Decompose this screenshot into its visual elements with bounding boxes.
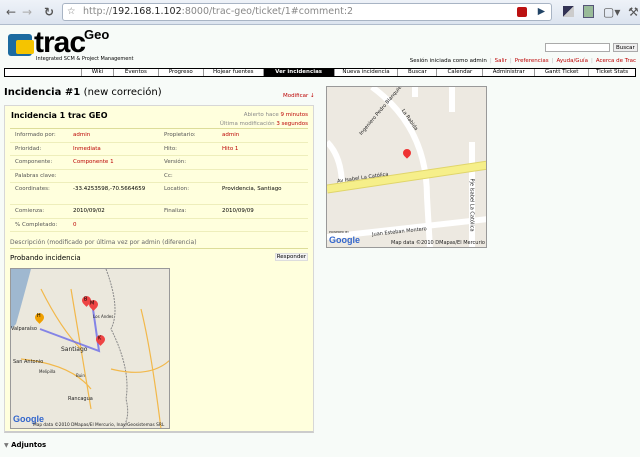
nav-administrar[interactable]: Administrar <box>482 69 534 76</box>
star-icon[interactable]: ☆ <box>67 4 76 20</box>
nav-wiki[interactable]: Wiki <box>81 69 113 76</box>
logout-link[interactable]: Salir <box>495 58 507 64</box>
help-link[interactable]: Ayuda/Guía <box>556 58 588 64</box>
nav-ver-incidencias[interactable]: Ver incidencias <box>262 69 334 76</box>
meta-nav: Sesión iniciada como admin | Salir | Prefere… <box>409 58 636 64</box>
ticket-summary: Incidencia 1 trac GEO <box>11 111 108 120</box>
place-label: Los Andes <box>93 314 114 319</box>
wrench-icon[interactable]: ⚒ <box>628 5 639 19</box>
flash-icon[interactable] <box>517 7 527 17</box>
nav-progreso[interactable]: Progreso <box>157 69 203 76</box>
milestone-link[interactable]: Hito 1 <box>222 146 238 152</box>
ticket-status: (new correción) <box>83 87 162 98</box>
triangle-down-icon: ▼ <box>4 442 9 449</box>
nav-buscar[interactable]: Buscar <box>397 69 436 76</box>
nav-eventos[interactable]: Eventos <box>112 69 158 76</box>
region-map-shapes <box>11 269 169 428</box>
page-menu-icon[interactable]: ▢▾ <box>603 5 620 19</box>
street-label: Pje Isabel La Católica <box>468 178 475 232</box>
page-title: Incidencia #1 (new correción) <box>4 87 162 98</box>
description-text: Probando incidencia <box>10 254 81 262</box>
ticket-dates: Abierto hace 9 minutos Última modificaci… <box>219 112 309 127</box>
logo-text[interactable]: trac <box>34 26 86 60</box>
search-input[interactable] <box>545 43 610 52</box>
table-row: % Completado: 0 <box>10 218 308 232</box>
modified-link[interactable]: 3 segundos <box>276 121 308 127</box>
modify-link[interactable]: Modificar ↓ <box>283 93 315 99</box>
address-bar[interactable]: ☆ http://192.168.1.102:8000/trac-geo/tic… <box>62 3 552 21</box>
place-label: San Antonio <box>13 359 44 365</box>
session-label: Sesión iniciada como admin <box>409 58 487 64</box>
nav-hojear-fuentes[interactable]: Hojear fuentes <box>202 69 263 76</box>
component-link[interactable]: Componente 1 <box>73 159 114 165</box>
main-nav: Wiki Eventos Progreso Hojear fuentes Ver… <box>4 68 636 77</box>
street-map[interactable]: Av Isabel La Católica La Rabida Ingenier… <box>326 86 487 248</box>
extension-icon[interactable] <box>563 6 574 17</box>
reload-icon[interactable]: ↻ <box>44 5 54 19</box>
trac-logo-icon <box>8 34 34 56</box>
table-row: Componente: Componente 1 Versión: <box>10 155 308 170</box>
region-map[interactable]: H B M K Valparaíso Santiago San Antonio … <box>10 268 170 429</box>
nav-nueva-incidencia[interactable]: Nueva incidencia <box>333 69 398 76</box>
go-icon[interactable]: ▶ <box>538 4 545 20</box>
google-logo[interactable]: Google <box>329 235 360 245</box>
place-label: Rancagua <box>68 396 93 402</box>
nav-gantt-ticket[interactable]: Gantt Ticket <box>534 69 588 76</box>
attachments-toggle[interactable]: ▼ Adjuntos <box>4 441 46 449</box>
reply-button[interactable]: Responder <box>274 253 308 261</box>
description-header: Descripción (modificado por última vez p… <box>10 239 308 249</box>
back-icon[interactable]: ← <box>6 5 16 19</box>
table-row: Prioridad: Inmediata Hito: Hito 1 <box>10 142 308 156</box>
percent-link[interactable]: 0 <box>73 222 77 228</box>
table-row: Coordinates: -33.4253598,-70.5664659 Locat… <box>10 182 308 205</box>
about-link[interactable]: Acerca de Trac <box>596 58 636 64</box>
place-label: Santiago <box>61 346 88 353</box>
ticket-properties: Informado por: admin Propietario: admin Pri… <box>10 128 308 232</box>
forward-icon[interactable]: → <box>22 5 32 19</box>
place-label: Valparaíso <box>11 326 37 332</box>
map-copyright: Map data ©2010 DMapas/El Mercurio, Inav/… <box>33 423 165 428</box>
logo-sup: Geo <box>84 27 110 42</box>
priority-link[interactable]: Inmediata <box>73 146 101 152</box>
table-row: Informado por: admin Propietario: admin <box>10 128 308 143</box>
reporter-link[interactable]: admin <box>73 132 90 138</box>
opened-link[interactable]: 9 minutos <box>281 112 309 118</box>
place-label: Buin <box>76 373 85 378</box>
translate-icon[interactable] <box>583 5 594 18</box>
logo-tagline: Integrated SCM & Project Management <box>36 56 134 62</box>
search-button[interactable]: Buscar <box>613 43 638 52</box>
browser-toolbar: ← → ↻ ☆ http://192.168.1.102:8000/trac-g… <box>0 0 640 25</box>
place-label: Melipilla <box>39 369 56 374</box>
preferences-link[interactable]: Preferencias <box>515 58 549 64</box>
owner-link[interactable]: admin <box>222 132 239 138</box>
nav-calendar[interactable]: Calendar <box>436 69 482 76</box>
table-row: Comienza: 2010/09/02 Finaliza: 2010/09/09 <box>10 204 308 219</box>
nav-ticket-stats[interactable]: Ticket Stats <box>588 69 635 76</box>
map-copyright: Map data ©2010 DMapas/El Mercurio <box>391 240 485 246</box>
table-row: Palabras clave: Cc: <box>10 169 308 183</box>
